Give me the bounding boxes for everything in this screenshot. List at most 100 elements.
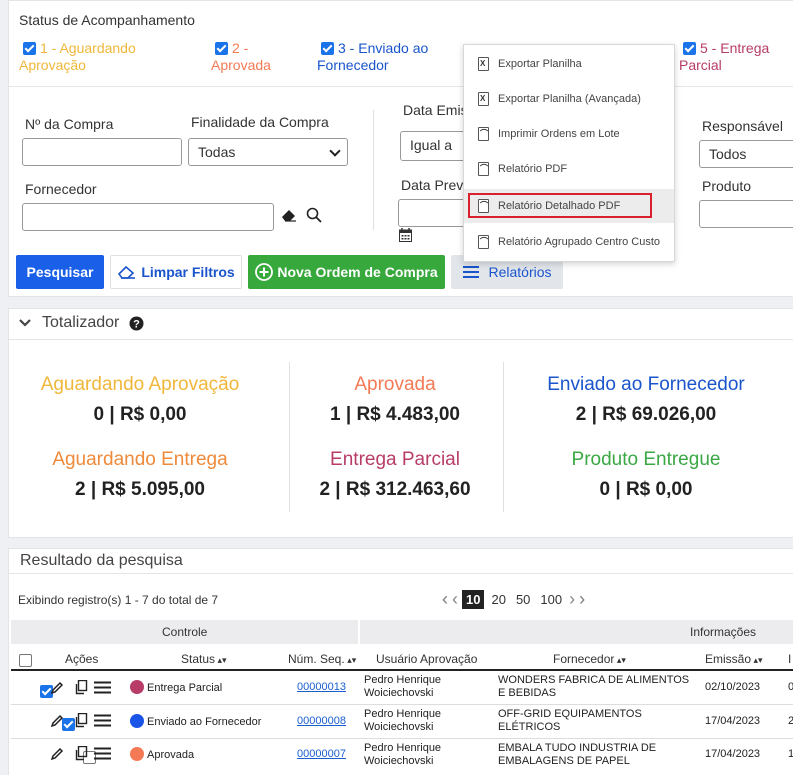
status-check-aguardando[interactable]: 1 - Aguardando Aprovação bbox=[19, 40, 169, 74]
igual-value: Igual a bbox=[410, 137, 453, 153]
row-extra: 2 bbox=[788, 715, 793, 727]
responsavel-select[interactable]: Todos bbox=[699, 140, 793, 168]
status-label: 1 - Aguardando bbox=[40, 40, 136, 56]
menu-item-label: Relatório Agrupado Centro Custo bbox=[498, 236, 661, 248]
usuario-line: Woiciechovski bbox=[364, 755, 434, 767]
col-fornecedor[interactable]: Fornecedor bbox=[553, 652, 626, 666]
checkbox-icon[interactable] bbox=[23, 42, 36, 55]
finalidade-label: Finalidade da Compra bbox=[191, 114, 329, 130]
row-usuario: Pedro Henrique Woiciechovski bbox=[364, 742, 441, 768]
edit-icon[interactable] bbox=[50, 681, 64, 695]
fornecedor-line: OFF-GRID EQUIPAMENTOS bbox=[498, 708, 642, 720]
status-check-enviado[interactable]: 3 - Enviado ao Fornecedor bbox=[317, 40, 457, 74]
copy-icon[interactable] bbox=[74, 680, 88, 695]
finalidade-select[interactable]: Todas bbox=[188, 138, 348, 166]
pesquisar-label: Pesquisar bbox=[26, 264, 94, 280]
row-fornecedor: EMBALA TUDO INDUSTRIA DE EMBALAGENS DE PA… bbox=[498, 742, 656, 768]
produto-input[interactable] bbox=[699, 200, 793, 228]
row-status: Aprovada bbox=[130, 747, 194, 762]
menu-item-imprimir-lote[interactable]: ⌒ Imprimir Ordens em Lote bbox=[464, 117, 674, 151]
menu-item-exportar-planilha[interactable]: X Exportar Planilha bbox=[464, 47, 674, 81]
nova-ordem-button[interactable]: Nova Ordem de Compra bbox=[248, 255, 445, 289]
menu-item-label: Relatório PDF bbox=[498, 163, 568, 175]
menu-icon[interactable] bbox=[94, 747, 111, 760]
menu-icon[interactable] bbox=[94, 681, 111, 694]
checkbox-icon[interactable] bbox=[683, 42, 696, 55]
status-check-entrega-parcial[interactable]: 5 - Entrega Parcial bbox=[679, 40, 789, 74]
row-fornecedor: OFF-GRID EQUIPAMENTOS ELÉTRICOS bbox=[498, 708, 642, 734]
row-status: Entrega Parcial bbox=[130, 680, 222, 695]
total-card-aprovada: Aprovada 1 | R$ 4.483,00 bbox=[265, 374, 525, 426]
card-value: 2 | R$ 312.463,60 bbox=[319, 479, 471, 500]
total-card-aguardando-aprovacao: Aguardando Aprovação 0 | R$ 0,00 bbox=[10, 374, 270, 426]
menu-icon bbox=[463, 266, 480, 278]
results-count: Exibindo registro(s) 1 - 7 do total de 7 bbox=[18, 593, 219, 607]
data-emis-operator[interactable]: Igual a bbox=[400, 131, 470, 161]
fornecedor-line: E BEBIDAS bbox=[498, 687, 557, 699]
svg-text:?: ? bbox=[134, 318, 141, 330]
usuario-line: Woiciechovski bbox=[364, 687, 434, 699]
data-prev-input[interactable] bbox=[398, 199, 468, 227]
total-card-produto-entregue: Produto Entregue 0 | R$ 0,00 bbox=[516, 449, 776, 501]
menu-item-exportar-avancada[interactable]: X Exportar Planilha (Avançada) bbox=[464, 82, 674, 116]
row-num-seq-link[interactable]: 00000008 bbox=[297, 715, 346, 728]
copy-icon[interactable] bbox=[74, 746, 88, 761]
prev-page-icon[interactable]: ‹ bbox=[452, 589, 458, 610]
chevron-down-icon[interactable] bbox=[18, 318, 32, 328]
page-size-10[interactable]: 10 bbox=[462, 590, 485, 609]
divider bbox=[8, 86, 793, 87]
menu-item-agrupado-centro-custo[interactable]: ⌒ Relatório Agrupado Centro Custo bbox=[464, 225, 674, 259]
col-num-seq[interactable]: Núm. Seq. bbox=[288, 652, 356, 666]
checkbox-icon[interactable] bbox=[215, 42, 228, 55]
pesquisar-button[interactable]: Pesquisar bbox=[16, 255, 104, 289]
excel-file-icon: X bbox=[478, 57, 489, 71]
edit-icon[interactable] bbox=[50, 747, 64, 761]
card-title: Aguardando Entrega bbox=[52, 449, 228, 470]
menu-item-label: Exportar Planilha bbox=[498, 58, 582, 70]
row-emissao: 02/10/2023 bbox=[705, 681, 761, 693]
totalizador-header[interactable]: Totalizador ? bbox=[18, 314, 144, 332]
menu-icon[interactable] bbox=[94, 714, 111, 727]
checkbox-icon[interactable] bbox=[321, 42, 334, 55]
pdf-file-icon: ⌒ bbox=[478, 162, 489, 176]
col-status[interactable]: Status bbox=[181, 652, 227, 666]
copy-icon[interactable] bbox=[74, 713, 88, 728]
status-label: Aprovada bbox=[211, 57, 271, 73]
row-num-seq-link[interactable]: 00000007 bbox=[297, 748, 346, 761]
limpar-filtros-button[interactable]: Limpar Filtros bbox=[110, 255, 242, 289]
status-check-aprovada[interactable]: 2 - Aprovada bbox=[211, 40, 291, 74]
pagination: ‹‹ ‹ 10 20 50 100 › ›› bbox=[442, 589, 585, 610]
col-acoes: Ações bbox=[65, 652, 99, 666]
responsavel-label: Responsável bbox=[702, 118, 783, 134]
row-num-seq-link[interactable]: 00000013 bbox=[297, 681, 346, 694]
calendar-icon[interactable] bbox=[399, 228, 412, 242]
fornecedor-line: EMBALAGENS DE PAPEL bbox=[498, 755, 630, 767]
page-size-20[interactable]: 20 bbox=[488, 590, 508, 609]
status-dot-icon bbox=[130, 680, 144, 694]
page-size-100[interactable]: 100 bbox=[537, 590, 565, 609]
col-extra: I bbox=[788, 652, 792, 666]
compra-input[interactable] bbox=[22, 138, 182, 166]
search-icon[interactable] bbox=[306, 207, 322, 223]
produto-label: Produto bbox=[702, 178, 752, 194]
compra-label: Nº da Compra bbox=[25, 116, 114, 132]
select-all-checkbox[interactable] bbox=[19, 654, 32, 667]
status-dot-icon bbox=[130, 714, 144, 728]
eraser-icon[interactable] bbox=[280, 207, 297, 222]
status-label: 2 - bbox=[232, 40, 249, 56]
page-size-50[interactable]: 50 bbox=[513, 590, 533, 609]
fornecedor-input[interactable] bbox=[22, 203, 274, 231]
col-emissao[interactable]: Emissão bbox=[705, 652, 763, 666]
card-title: Aguardando Aprovação bbox=[40, 374, 240, 395]
help-icon[interactable]: ? bbox=[129, 316, 144, 331]
edit-icon[interactable] bbox=[50, 714, 64, 728]
fornecedor-line: WONDERS FABRICA DE ALIMENTOS bbox=[498, 674, 690, 686]
next-page-icon[interactable]: › bbox=[569, 589, 575, 610]
row-emissao: 17/04/2023 bbox=[705, 715, 761, 727]
fornecedor-line: EMBALA TUDO INDUSTRIA DE bbox=[498, 742, 657, 754]
row-emissao: 17/04/2023 bbox=[705, 748, 761, 760]
menu-item-relatorio-detalhado[interactable]: ⌒ Relatório Detalhado PDF bbox=[464, 189, 674, 223]
menu-item-relatorio-pdf[interactable]: ⌒ Relatório PDF bbox=[464, 152, 674, 186]
status-label: 3 - Enviado ao bbox=[338, 40, 429, 56]
card-title: Entrega Parcial bbox=[330, 449, 460, 470]
